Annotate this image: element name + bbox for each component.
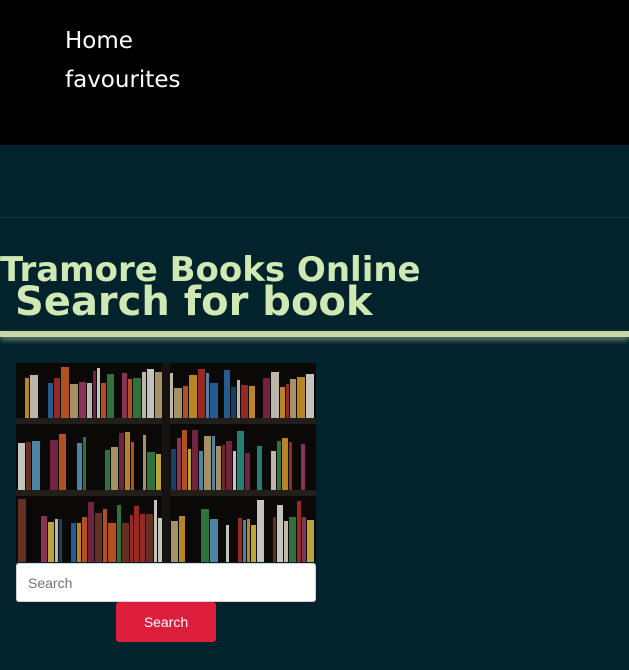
heading-divider [0,331,629,337]
search-input[interactable] [16,563,316,602]
search-button[interactable]: Search [116,602,216,642]
bookshelf-image [16,363,316,562]
page-title: Search for book [15,279,373,325]
header-band [0,145,629,218]
top-navigation: Home favourites [0,0,629,145]
shelf-shadow [16,363,316,562]
nav-link-favourites[interactable]: favourites [65,65,180,95]
nav-link-home[interactable]: Home [65,26,133,56]
bookshelf-illustration [16,363,316,562]
